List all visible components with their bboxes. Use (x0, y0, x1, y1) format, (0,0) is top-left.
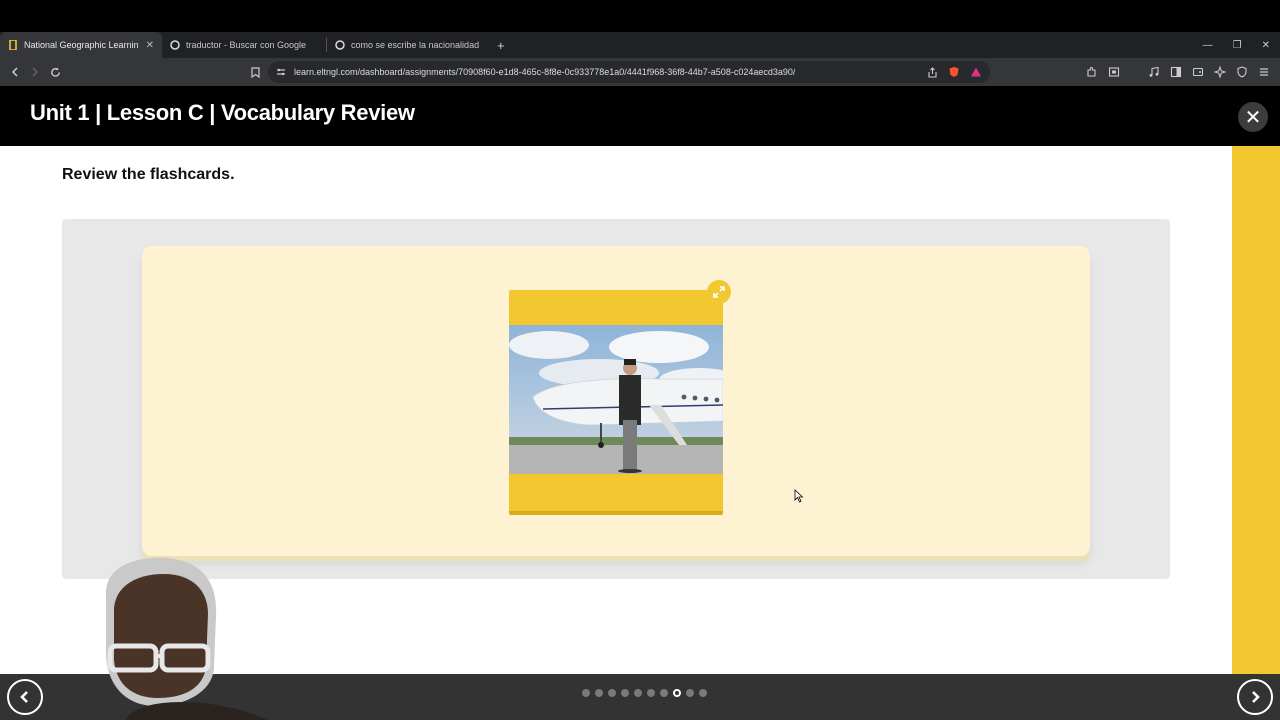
leo-ai-icon[interactable] (1214, 66, 1226, 78)
address-bar[interactable]: learn.eltngl.com/dashboard/assignments/7… (268, 61, 990, 83)
flashcard-image-card (509, 280, 731, 515)
chevron-right-icon (1252, 691, 1260, 703)
url-text: learn.eltngl.com/dashboard/assignments/7… (294, 67, 796, 77)
pagination-dot[interactable] (686, 689, 694, 697)
pagination-dot[interactable] (634, 689, 642, 697)
new-tab-button[interactable]: + (497, 38, 505, 53)
pagination-dot[interactable] (699, 689, 707, 697)
window-close-icon[interactable]: ✕ (1262, 40, 1270, 51)
pagination-dot[interactable] (621, 689, 629, 697)
instruction-text: Review the flashcards. (62, 166, 235, 183)
screen-top-strip (0, 0, 1280, 32)
sidebar-icon[interactable] (1170, 66, 1182, 78)
lesson-title: Unit 1 | Lesson C | Vocabulary Review (30, 100, 415, 125)
browser-tabbar: National Geographic Learning ✕ traductor… (0, 32, 1280, 58)
tab-national-geographic[interactable]: National Geographic Learning ✕ (0, 32, 162, 58)
flashcard-panel (62, 219, 1170, 579)
chevron-left-icon (20, 691, 28, 703)
minimize-icon[interactable]: — (1203, 40, 1213, 51)
pagination-dot[interactable] (582, 689, 590, 697)
site-info-icon[interactable] (276, 67, 286, 77)
previous-button[interactable] (7, 679, 43, 715)
bookmark-icon[interactable] (245, 62, 265, 82)
share-icon[interactable] (927, 66, 938, 78)
forward-icon[interactable] (25, 62, 45, 82)
pagination-dot[interactable] (595, 689, 603, 697)
screenshot-icon[interactable] (1108, 66, 1120, 78)
close-lesson-button[interactable]: ✕ (1238, 102, 1268, 132)
next-button[interactable] (1237, 679, 1273, 715)
tab-label: National Geographic Learning (24, 40, 138, 50)
wallet-icon[interactable] (1192, 66, 1204, 78)
maximize-icon[interactable]: ❐ (1233, 40, 1242, 51)
lesson-header: Unit 1 | Lesson C | Vocabulary Review ✕ (0, 86, 1280, 146)
tab-close-icon[interactable]: ✕ (138, 40, 154, 51)
google-favicon-icon (335, 40, 345, 50)
extensions-puzzle-icon[interactable] (1086, 66, 1098, 78)
pagination-dot[interactable] (647, 689, 655, 697)
jet-photo-image (509, 325, 723, 474)
media-music-icon[interactable] (1148, 66, 1160, 78)
tab-nacionalidad[interactable]: como se escribe la nacionalidad de ir (327, 32, 487, 58)
flashcard-photo (509, 325, 723, 474)
tab-label: traductor - Buscar con Google (186, 40, 307, 50)
reload-icon[interactable] (45, 62, 65, 82)
expand-button[interactable] (707, 280, 731, 304)
pagination-dot[interactable] (608, 689, 616, 697)
brave-rewards-icon[interactable] (970, 66, 982, 78)
google-favicon-icon (170, 40, 180, 50)
close-icon: ✕ (1244, 106, 1262, 129)
pagination-dot-active[interactable] (673, 689, 681, 697)
webcam-overlay (105, 557, 268, 720)
window-controls: — ❐ ✕ (1203, 32, 1270, 58)
vpn-shield-icon[interactable] (1236, 66, 1248, 78)
tab-label: como se escribe la nacionalidad de ir (351, 40, 479, 50)
pagination-dot[interactable] (660, 689, 668, 697)
menu-icon[interactable] (1258, 66, 1270, 78)
mouse-cursor-icon (794, 489, 804, 503)
pagination-dots (582, 689, 707, 697)
tab-traductor[interactable]: traductor - Buscar con Google (162, 32, 326, 58)
flashcard[interactable] (142, 246, 1090, 556)
back-icon[interactable] (5, 62, 25, 82)
natgeo-favicon-icon (9, 40, 17, 50)
browser-toolbar: learn.eltngl.com/dashboard/assignments/7… (0, 58, 1280, 86)
brave-shield-icon[interactable] (948, 66, 960, 78)
expand-icon (713, 286, 725, 298)
extension-icons (1086, 58, 1270, 86)
side-accent-bar (1232, 146, 1280, 674)
